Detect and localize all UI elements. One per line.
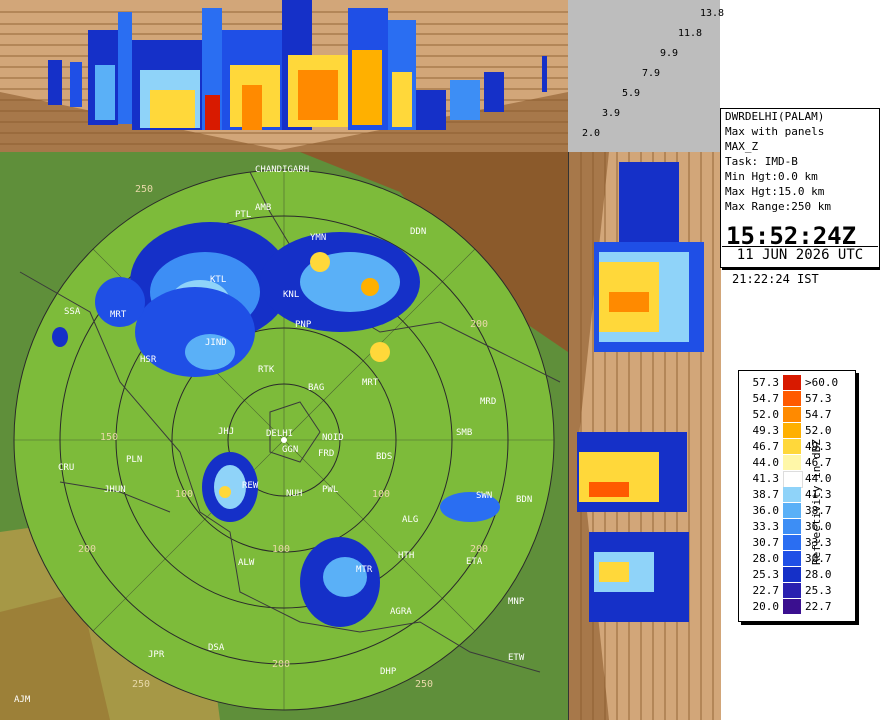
- station-label: CRU: [58, 463, 74, 473]
- station-label: CHANDIGARH: [255, 165, 309, 175]
- reflectivity-legend: 57.3 >60.0 54.7 57.3 52.0 54.7 49.3 52.0 46.…: [738, 370, 856, 622]
- station-label: MRT: [110, 310, 127, 320]
- height-axis-corner: 13.8 11.8 9.9 7.9 5.9 3.9 2.0: [568, 0, 724, 152]
- utc-date: 11 JUN 2026 UTC: [722, 246, 878, 263]
- legend-swatch: [783, 599, 801, 614]
- radar-display: 13.8 11.8 9.9 7.9 5.9 3.9 2.0 250 200 15…: [0, 0, 880, 720]
- min-height: Min Hgt:0.0 km: [725, 170, 818, 183]
- station-label: DSA: [208, 643, 225, 653]
- height-label-11-8: 11.8: [678, 28, 703, 39]
- station-name: DWRDELHI(PALAM): [725, 110, 825, 123]
- station-label: ETW: [508, 653, 525, 663]
- ring-label: 100: [372, 489, 390, 500]
- station-label: KTL: [210, 275, 226, 285]
- side-height-profile-panel: [568, 152, 721, 720]
- station-label: HTH: [398, 551, 414, 561]
- station-label: MRT: [362, 378, 379, 388]
- station-label: SWN: [476, 491, 492, 501]
- station-label: HSR: [140, 355, 157, 365]
- product-name: Max with panels: [725, 125, 825, 138]
- station-label: JPR: [148, 650, 165, 660]
- max-range: Max Range:250 km: [725, 200, 831, 213]
- station-label: JHUN: [104, 485, 126, 495]
- legend-swatch: [783, 375, 801, 390]
- legend-swatch: [783, 535, 801, 550]
- station-label: DELHI: [266, 429, 293, 439]
- station-label: BDS: [376, 452, 392, 462]
- station-label: NUH: [286, 489, 302, 499]
- legend-swatch: [783, 423, 801, 438]
- station-label: AJM: [14, 695, 31, 705]
- legend-swatch: [783, 551, 801, 566]
- station-label: DDN: [410, 227, 426, 237]
- station-label: ALG: [402, 515, 418, 525]
- radar-map-panel[interactable]: 250 200 150 100 100 100 200 200 200 250 …: [0, 152, 569, 720]
- station-label: MTR: [356, 565, 373, 575]
- legend-swatch: [783, 471, 803, 488]
- ring-label: 200: [272, 659, 290, 670]
- ring-label: 100: [175, 489, 193, 500]
- max-height: Max Hgt:15.0 km: [725, 185, 825, 198]
- ring-label: 200: [470, 544, 488, 555]
- station-label: MNP: [508, 597, 525, 607]
- station-label: KNL: [283, 290, 299, 300]
- ring-label: 250: [415, 679, 433, 690]
- station-label: AMB: [255, 203, 271, 213]
- legend-swatch: [783, 583, 801, 598]
- station-label: GGN: [282, 445, 298, 455]
- station-label: JHJ: [218, 427, 234, 437]
- station-label: SSA: [64, 307, 81, 317]
- legend-swatch: [783, 391, 801, 406]
- radar-map-svg[interactable]: 250 200 150 100 100 100 200 200 200 250 …: [0, 152, 568, 720]
- ring-label: 250: [132, 679, 150, 690]
- station-label: BDN: [516, 495, 532, 505]
- station-label: ALW: [238, 558, 255, 568]
- ist-time: 21:22:24 IST: [732, 272, 819, 286]
- ring-label: 250: [135, 184, 153, 195]
- station-label: FRD: [318, 449, 334, 459]
- product-code: MAX_Z: [725, 140, 759, 153]
- height-label-7-9: 7.9: [642, 68, 661, 79]
- height-label-13-8: 13.8: [700, 8, 725, 19]
- station-label: RTK: [258, 365, 275, 375]
- ring-label: 200: [78, 544, 96, 555]
- ring-label: 100: [272, 544, 290, 555]
- station-label: DHP: [380, 667, 397, 677]
- station-label: SMB: [456, 428, 472, 438]
- legend-swatch: [783, 487, 801, 502]
- task-line: Task: IMD-B: [725, 155, 798, 168]
- legend-swatch: [783, 503, 801, 518]
- station-label: REW: [242, 481, 259, 491]
- legend-swatch: [783, 567, 801, 582]
- legend-swatch: [783, 455, 801, 470]
- station-label: PNP: [295, 320, 312, 330]
- legend-title: Reflectivity in dBZ: [810, 439, 823, 565]
- legend-swatch: [783, 439, 801, 454]
- station-label: JIND: [205, 338, 227, 348]
- station-label: PTL: [235, 210, 251, 220]
- station-label: MRD: [480, 397, 496, 407]
- station-label: YMN: [310, 233, 326, 243]
- top-echo-columns: [48, 0, 547, 130]
- legend-swatch: [783, 519, 801, 534]
- top-profile-svg: [0, 0, 568, 152]
- station-label: ETA: [466, 557, 483, 567]
- side-profile-svg: [569, 152, 714, 720]
- station-label: PWL: [322, 485, 338, 495]
- legend-swatch: [783, 407, 801, 422]
- station-label: NOID: [322, 433, 344, 443]
- height-label-9-9: 9.9: [660, 48, 679, 59]
- height-label-3-9: 3.9: [602, 108, 621, 119]
- ring-label: 200: [470, 319, 488, 330]
- station-label: AGRA: [390, 607, 412, 617]
- top-height-profile-panel: [0, 0, 569, 152]
- station-label: BAG: [308, 383, 324, 393]
- station-label: PLN: [126, 455, 142, 465]
- height-label-2-0: 2.0: [582, 128, 601, 139]
- height-label-5-9: 5.9: [622, 88, 641, 99]
- ring-label: 150: [100, 432, 118, 443]
